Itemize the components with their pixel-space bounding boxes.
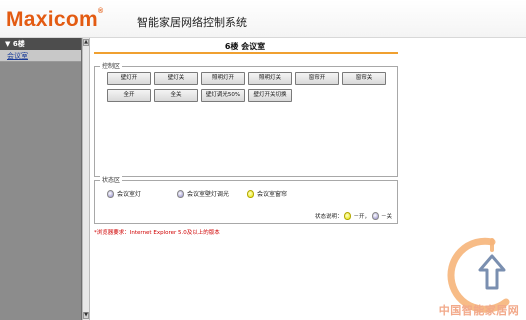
- main-light-off-button[interactable]: 照明灯关: [248, 72, 292, 85]
- status-key-label: 状态说明：: [314, 214, 343, 220]
- device-label: 会议室灯: [117, 191, 142, 198]
- bulb-off-icon: [177, 189, 184, 198]
- scroll-up-icon[interactable]: ▲: [83, 39, 89, 46]
- status-item: 会议室灯: [107, 189, 141, 198]
- bulb-off-icon: [107, 189, 114, 198]
- device-label: 会议室窗帘: [257, 191, 288, 198]
- status-key-on: －开，: [353, 214, 370, 220]
- all-off-button[interactable]: 全关: [154, 89, 198, 102]
- registered-mark: ®: [97, 8, 104, 15]
- curtain-open-button[interactable]: 窗帘开: [295, 72, 339, 85]
- bulb-on-icon: [344, 212, 352, 220]
- bulb-on-icon: [247, 189, 254, 198]
- control-panel: 控制区 壁灯开 壁灯关 照明灯开 照明灯关 窗帘开 窗帘关 全开 全关 壁灯调光…: [94, 62, 398, 177]
- sidebar-group-6f[interactable]: ▼ 6楼: [0, 38, 81, 50]
- arrow-up-icon: [478, 254, 506, 290]
- wall-light-on-button[interactable]: 壁灯开: [107, 72, 151, 85]
- sidebar-item-meeting-room[interactable]: 会议室: [0, 50, 81, 62]
- control-legend: 控制区: [100, 62, 123, 71]
- status-key-off: －关: [380, 214, 392, 220]
- page-title: 6楼 会议室: [224, 42, 266, 51]
- bulb-off-icon: [371, 212, 379, 220]
- wall-light-toggle-button[interactable]: 壁灯开关切换: [248, 89, 292, 102]
- brand-logo: Maxicom®: [6, 8, 103, 32]
- browser-requirement-note: *浏览器要求：Internet Explorer 5.0及以上的版本: [94, 230, 220, 236]
- status-panel: 状态区 会议室灯 会议室壁灯调光 会议室窗帘 状态说明： －开， －关: [94, 176, 398, 224]
- title-divider: [94, 52, 398, 54]
- status-item: 会议室窗帘: [247, 189, 287, 198]
- main-light-on-button[interactable]: 照明灯开: [201, 72, 245, 85]
- scroll-down-icon[interactable]: ▼: [83, 312, 89, 319]
- status-legend: 状态区: [100, 176, 123, 185]
- wall-light-dim-button[interactable]: 壁灯调光50%: [201, 89, 245, 102]
- status-key: 状态说明： －开， －关: [315, 212, 392, 220]
- sidebar: ▼ 6楼 会议室: [0, 38, 82, 320]
- vertical-scrollbar[interactable]: ▲ ▼: [82, 38, 90, 320]
- app-header: Maxicom® 智能家居网络控制系统: [0, 0, 526, 38]
- app-title: 智能家居网络控制系统: [137, 16, 247, 29]
- logo-text: Maxicom: [6, 8, 98, 31]
- watermark-text: 中国智能家居网: [438, 304, 520, 317]
- all-on-button[interactable]: 全开: [107, 89, 151, 102]
- status-item: 会议室壁灯调光: [177, 189, 229, 198]
- wall-light-off-button[interactable]: 壁灯关: [154, 72, 198, 85]
- curtain-close-button[interactable]: 窗帘关: [342, 72, 386, 85]
- device-label: 会议室壁灯调光: [187, 191, 230, 198]
